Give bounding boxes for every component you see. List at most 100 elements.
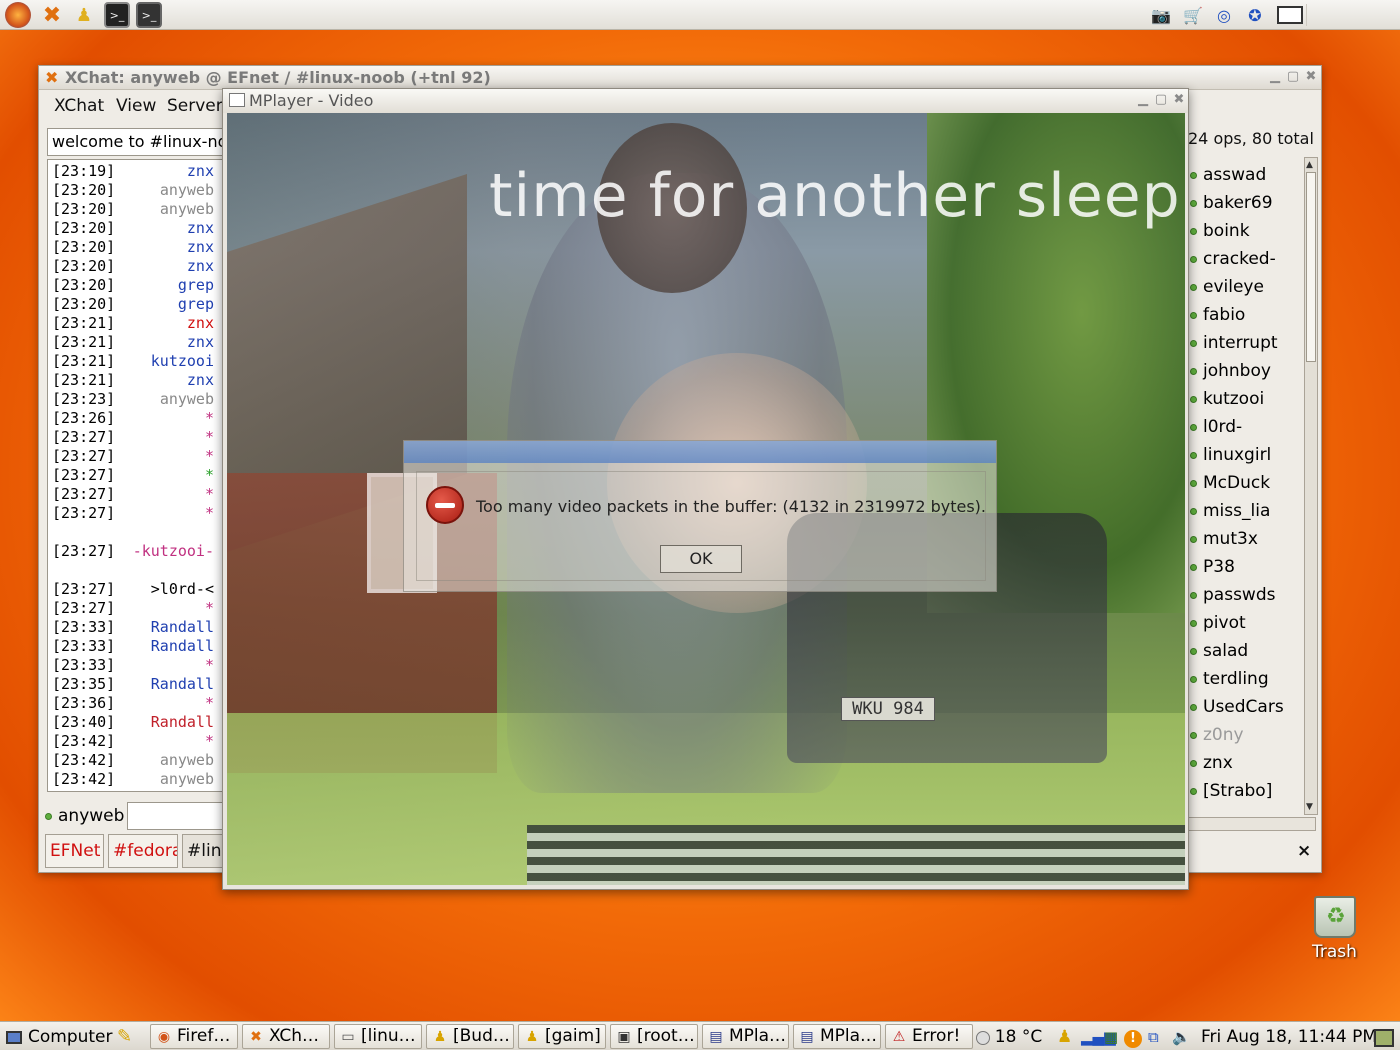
close-tab-icon[interactable]: ×: [1297, 841, 1311, 861]
chat-nick[interactable]: Randall: [124, 713, 214, 732]
user-list-item[interactable]: z0ny: [1190, 721, 1244, 749]
scroll-up-icon[interactable]: ▲: [1306, 160, 1313, 170]
minimize-icon[interactable]: ▁: [1267, 69, 1283, 85]
globe-icon[interactable]: ✪: [1242, 3, 1268, 27]
user-list-item[interactable]: asswad: [1190, 161, 1266, 189]
taskbar-button[interactable]: ◉ Firef…: [150, 1024, 238, 1049]
window-icon[interactable]: [1277, 3, 1303, 27]
ok-button[interactable]: OK: [660, 545, 742, 573]
user-list-item[interactable]: kutzooi: [1190, 385, 1264, 413]
user-list-item[interactable]: boink: [1190, 217, 1250, 245]
alert-icon[interactable]: !: [1124, 1025, 1142, 1049]
taskbar-button[interactable]: ⚠ Error!: [885, 1024, 973, 1049]
maximize-icon[interactable]: ▢: [1153, 92, 1169, 108]
mplayer-titlebar[interactable]: MPlayer - Video ▁ ▢ ✖: [223, 89, 1188, 113]
user-list-item[interactable]: cracked-: [1190, 245, 1276, 273]
chat-nick[interactable]: Randall: [124, 637, 214, 656]
taskbar-button[interactable]: ✖ XCh…: [242, 1024, 330, 1049]
chat-nick[interactable]: *: [124, 694, 214, 713]
user-list-hscroll[interactable]: [1186, 817, 1316, 831]
taskbar-button[interactable]: ▤ MPla…: [793, 1024, 881, 1049]
scroll-down-icon[interactable]: ▼: [1306, 802, 1313, 812]
chat-nick[interactable]: znx: [124, 333, 214, 352]
chat-nick[interactable]: znx: [124, 314, 214, 333]
chat-nick[interactable]: znx: [124, 219, 214, 238]
maximize-icon[interactable]: ▢: [1285, 69, 1301, 85]
trash-desktop-icon[interactable]: Trash: [1306, 892, 1366, 962]
error-titlebar[interactable]: [404, 441, 996, 463]
chat-nick[interactable]: >l0rd-<: [124, 580, 214, 599]
user-list[interactable]: asswad baker69 boink cracked-evileye fabio in…: [1186, 159, 1304, 815]
scroll-thumb[interactable]: [1306, 172, 1316, 362]
chat-nick[interactable]: znx: [124, 257, 214, 276]
chat-nick[interactable]: *: [124, 732, 214, 751]
root-terminal-icon[interactable]: >_: [136, 2, 162, 28]
user-list-item[interactable]: miss_lia: [1190, 497, 1270, 525]
chat-nick[interactable]: -kutzooi-: [124, 542, 214, 561]
user-list-item[interactable]: UsedCars: [1190, 693, 1284, 721]
user-list-item[interactable]: linuxgirl: [1190, 441, 1271, 469]
taskbar-button[interactable]: ▭ [linu…: [334, 1024, 422, 1049]
chat-nick[interactable]: Randall: [124, 618, 214, 637]
chat-nick[interactable]: znx: [124, 238, 214, 257]
xchat-icon[interactable]: ✖: [39, 2, 65, 28]
chat-nick[interactable]: *: [124, 599, 214, 618]
chat-nick[interactable]: Randall: [124, 675, 214, 694]
chat-nick[interactable]: *: [124, 447, 214, 466]
taskbar-button[interactable]: ♟ [Bud…: [426, 1024, 514, 1049]
taskbar-button[interactable]: ▣ [root…: [610, 1024, 698, 1049]
user-list-item[interactable]: [Strabo]: [1190, 777, 1272, 805]
user-list-item[interactable]: evileye: [1190, 273, 1264, 301]
menu-xchat[interactable]: XChat: [54, 96, 104, 116]
volume-icon[interactable]: 🔈: [1172, 1025, 1191, 1049]
notes-icon[interactable]: ✎: [117, 1025, 132, 1049]
network-icon[interactable]: ◎: [1211, 3, 1237, 27]
chat-nick[interactable]: grep: [124, 276, 214, 295]
chat-nick[interactable]: anyweb: [124, 390, 214, 409]
chat-nick[interactable]: kutzooi: [124, 352, 214, 371]
gaim-icon[interactable]: ♟: [71, 2, 97, 28]
user-list-item[interactable]: P38: [1190, 553, 1235, 581]
show-desktop-icon[interactable]: [1374, 1025, 1394, 1049]
user-list-item[interactable]: mut3x: [1190, 525, 1258, 553]
xchat-titlebar[interactable]: ✖ XChat: anyweb @ EFnet / #linux-noob (+…: [39, 66, 1321, 90]
chat-nick[interactable]: *: [124, 409, 214, 428]
menu-server[interactable]: Server: [167, 96, 223, 116]
terminal-icon[interactable]: >_: [104, 2, 130, 28]
close-icon[interactable]: ✖: [1303, 69, 1319, 85]
taskbar-button[interactable]: ♟ [gaim]: [518, 1024, 606, 1049]
clock[interactable]: Fri Aug 18, 11:44 PM: [1201, 1025, 1377, 1049]
user-list-item[interactable]: johnboy: [1190, 357, 1271, 385]
chat-nick[interactable]: anyweb: [124, 751, 214, 770]
minimize-icon[interactable]: ▁: [1135, 92, 1151, 108]
firefox-icon[interactable]: [5, 2, 31, 28]
user-list-item[interactable]: McDuck: [1190, 469, 1270, 497]
user-list-item[interactable]: znx: [1190, 749, 1233, 777]
user-list-scrollbar[interactable]: ▲ ▼: [1304, 157, 1318, 815]
nick-label[interactable]: anyweb: [45, 806, 124, 826]
chat-nick[interactable]: anyweb: [124, 770, 214, 789]
user-list-item[interactable]: fabio: [1190, 301, 1245, 329]
close-icon[interactable]: ✖: [1171, 92, 1187, 108]
chat-nick[interactable]: znx: [124, 371, 214, 390]
weather-applet[interactable]: 18 °C: [976, 1025, 1042, 1049]
camera-icon[interactable]: 📷: [1148, 3, 1174, 27]
computer-menu[interactable]: Computer: [6, 1025, 113, 1049]
chat-nick[interactable]: anyweb: [124, 181, 214, 200]
chat-nick[interactable]: *: [124, 485, 214, 504]
user-list-item[interactable]: passwds: [1190, 581, 1275, 609]
user-list-item[interactable]: pivot: [1190, 609, 1246, 637]
printer-icon[interactable]: 🛒: [1180, 3, 1206, 27]
chat-nick[interactable]: grep: [124, 295, 214, 314]
gaim-icon[interactable]: ♟: [1057, 1025, 1072, 1049]
user-list-item[interactable]: interrupt: [1190, 329, 1278, 357]
chat-nick[interactable]: anyweb: [124, 200, 214, 219]
chat-nick[interactable]: *: [124, 656, 214, 675]
chat-nick[interactable]: znx: [124, 162, 214, 181]
chat-nick[interactable]: *: [124, 428, 214, 447]
update-icon[interactable]: ⧉: [1148, 1025, 1159, 1049]
user-list-item[interactable]: baker69: [1190, 189, 1273, 217]
tab-fedora[interactable]: #fedora: [108, 834, 178, 868]
menu-view[interactable]: View: [116, 96, 156, 116]
chat-nick[interactable]: *: [124, 504, 214, 523]
